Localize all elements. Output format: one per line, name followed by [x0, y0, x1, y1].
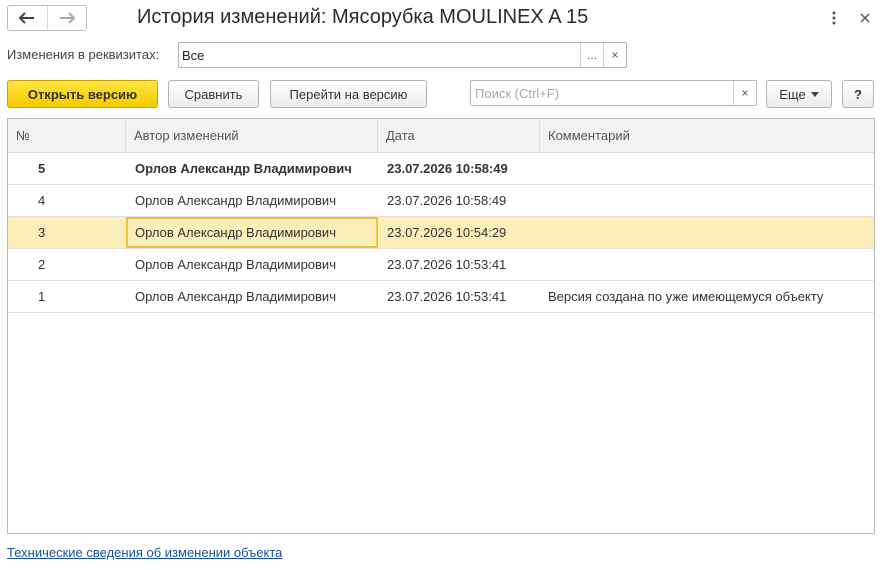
column-header-author[interactable]: Автор изменений — [126, 119, 378, 152]
cell-number: 4 — [38, 193, 46, 208]
technical-details-link[interactable]: Технические сведения об изменении объект… — [7, 545, 282, 560]
cell-comment — [540, 185, 874, 216]
forward-button[interactable] — [46, 6, 87, 30]
cell-number: 3 — [38, 225, 46, 240]
more-actions-button[interactable] — [827, 9, 841, 27]
cell-date: 23.07.2026 10:58:49 — [387, 193, 507, 208]
table-row[interactable]: 2 Орлов Александр Владимирович 23.07.202… — [8, 249, 874, 281]
table-row[interactable]: 1 Орлов Александр Владимирович 23.07.202… — [8, 281, 874, 313]
table-row[interactable]: 5 Орлов Александр Владимирович 23.07.202… — [8, 153, 874, 185]
vertical-dots-icon — [832, 11, 836, 25]
column-header-number[interactable]: № — [8, 119, 126, 152]
navigation-buttons — [7, 5, 87, 31]
arrow-left-icon — [19, 12, 35, 24]
column-header-comment[interactable]: Комментарий — [540, 119, 874, 152]
cell-author: Орлов Александр Владимирович — [135, 193, 336, 208]
cell-comment — [540, 217, 874, 248]
arrow-right-icon — [59, 12, 75, 24]
clear-filter-button[interactable]: × — [603, 43, 626, 67]
attributes-filter-field[interactable]: Все ... × — [178, 42, 627, 68]
select-button[interactable]: ... — [580, 43, 603, 67]
go-to-version-button[interactable]: Перейти на версию — [270, 80, 427, 108]
close-window-button[interactable] — [857, 9, 873, 27]
help-button[interactable]: ? — [842, 80, 874, 108]
cell-comment — [540, 249, 874, 280]
open-version-button[interactable]: Открыть версию — [7, 80, 158, 108]
compare-button[interactable]: Сравнить — [168, 80, 259, 108]
cell-number: 5 — [38, 161, 46, 176]
more-menu-label: Еще — [779, 86, 806, 102]
chevron-down-icon — [810, 91, 819, 97]
cell-date: 23.07.2026 10:53:41 — [387, 289, 507, 304]
cell-date: 23.07.2026 10:58:49 — [387, 161, 508, 176]
search-field[interactable]: × — [470, 80, 757, 106]
cell-author: Орлов Александр Владимирович — [135, 257, 336, 272]
cell-number: 2 — [38, 257, 46, 272]
close-icon — [860, 13, 870, 23]
cell-author-focused[interactable]: Орлов Александр Владимирович — [126, 217, 378, 248]
more-menu-button[interactable]: Еще — [766, 80, 832, 108]
search-input[interactable] — [471, 81, 733, 105]
cell-date: 23.07.2026 10:53:41 — [387, 257, 507, 272]
clear-search-button[interactable]: × — [733, 81, 756, 105]
cell-date: 23.07.2026 10:54:29 — [387, 225, 507, 240]
cell-comment — [540, 153, 874, 184]
window-title: История изменений: Мясорубка MOULINEX A … — [137, 6, 589, 28]
attributes-filter-value[interactable]: Все — [179, 43, 580, 67]
table-row[interactable]: 4 Орлов Александр Владимирович 23.07.202… — [8, 185, 874, 217]
versions-table: № Автор изменений Дата Комментарий 5 Орл… — [7, 118, 875, 534]
cell-comment: Версия создана по уже имеющемуся объекту — [548, 289, 824, 304]
table-row-selected[interactable]: 3 Орлов Александр Владимирович 23.07.202… — [8, 217, 874, 249]
filter-label: Изменения в реквизитах: — [7, 47, 160, 62]
cell-author: Орлов Александр Владимирович — [135, 289, 336, 304]
cell-author: Орлов Александр Владимирович — [135, 161, 352, 176]
table-header: № Автор изменений Дата Комментарий — [8, 119, 874, 153]
column-header-date[interactable]: Дата — [378, 119, 540, 152]
back-button[interactable] — [8, 6, 47, 30]
cell-number: 1 — [38, 289, 46, 304]
